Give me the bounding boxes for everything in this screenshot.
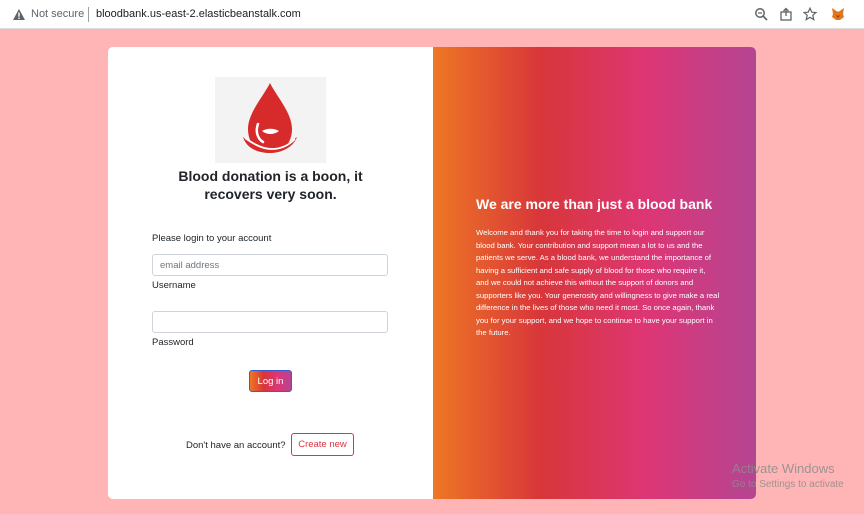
login-button[interactable]: Log in [249, 370, 292, 392]
activation-watermark-title: Activate Windows [732, 461, 835, 476]
blood-drop-icon [243, 83, 297, 153]
blood-drop-hand-logo [215, 77, 326, 163]
password-field[interactable] [152, 311, 388, 333]
security-status[interactable]: Not secure [31, 8, 84, 20]
warning-triangle-icon[interactable] [12, 8, 26, 21]
username-label: Username [152, 280, 196, 291]
zoom-icon[interactable] [754, 7, 768, 21]
url-text[interactable]: bloodbank.us-east-2.elasticbeanstalk.com [96, 8, 301, 20]
login-card: Blood donation is a boon, it recovers ve… [108, 47, 756, 499]
login-panel: Blood donation is a boon, it recovers ve… [108, 47, 433, 499]
star-icon[interactable] [803, 7, 817, 21]
tagline-line-2: recovers very soon. [204, 186, 337, 202]
activation-watermark-subtitle: Go to Settings to activate [732, 479, 844, 490]
tagline: Blood donation is a boon, it recovers ve… [128, 167, 413, 203]
welcome-text: Welcome and thank you for taking the tim… [476, 228, 720, 337]
login-prompt: Please login to your account [152, 233, 272, 244]
welcome-heading: We are more than just a blood bank [476, 196, 713, 212]
tagline-line-1: Blood donation is a boon, it [178, 168, 363, 184]
signup-prompt: Don't have an account? [186, 440, 286, 451]
address-separator [88, 7, 89, 22]
browser-address-bar: Not secure bloodbank.us-east-2.elasticbe… [0, 0, 864, 29]
metamask-fox-icon[interactable] [831, 7, 845, 21]
email-field[interactable] [152, 254, 388, 276]
create-account-button[interactable]: Create new [291, 433, 354, 456]
password-label: Password [152, 337, 194, 348]
welcome-panel: We are more than just a blood bank Welco… [433, 47, 756, 499]
share-icon[interactable] [779, 7, 793, 21]
